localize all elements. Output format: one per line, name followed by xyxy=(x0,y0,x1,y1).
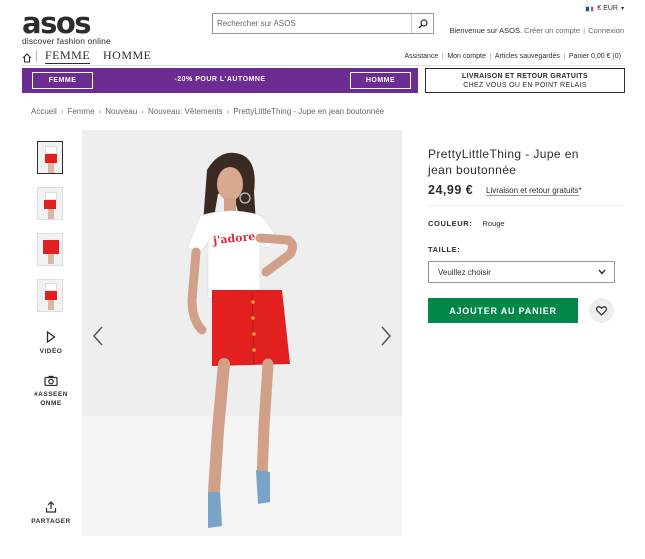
logo-tagline: discover fashion online xyxy=(22,36,111,46)
locale-selector[interactable]: € EUR ▾ xyxy=(585,5,624,12)
chevron-left-icon xyxy=(92,326,103,346)
thumbnail-1[interactable] xyxy=(37,141,63,174)
asseenonme-label-1: #ASSEEN xyxy=(34,391,68,398)
camera-icon xyxy=(44,375,58,386)
share-label: PARTAGER xyxy=(31,518,71,525)
search-input[interactable] xyxy=(213,14,411,33)
nav-divider xyxy=(36,50,37,62)
video-label: VIDÉO xyxy=(39,348,63,355)
create-account-link[interactable]: Créer un compte xyxy=(524,26,580,35)
thumbnail-2[interactable] xyxy=(37,187,63,220)
breadcrumb-item[interactable]: Nouveau: Vêtements xyxy=(148,107,223,116)
search-bar xyxy=(212,13,434,34)
chevron-right-icon: › xyxy=(60,107,64,116)
delivery-line1: LIVRAISON ET RETOUR GRATUITS xyxy=(462,73,588,80)
cart-link[interactable]: Panier 0,00 € (0) xyxy=(563,53,625,60)
heart-icon xyxy=(596,305,607,316)
promo-homme-button[interactable]: HOMME xyxy=(350,72,411,89)
tab-homme[interactable]: HOMME xyxy=(103,48,152,63)
product-price: 24,99 € xyxy=(428,183,474,197)
saved-items-link[interactable]: Articles sauvegardés xyxy=(489,53,564,60)
shipping-asterisk: * xyxy=(578,186,582,195)
breadcrumb-item[interactable]: Femme xyxy=(67,107,94,116)
chevron-right-icon xyxy=(381,326,392,346)
share-button[interactable]: PARTAGER xyxy=(29,501,73,526)
size-select-value: Veuillez choisir xyxy=(438,267,491,277)
tab-femme[interactable]: FEMME xyxy=(45,48,91,64)
login-link[interactable]: Connexion xyxy=(588,26,624,35)
color-value: Rouge xyxy=(482,219,505,228)
product-main-image[interactable]: j'adore xyxy=(82,130,402,536)
breadcrumb-item[interactable]: Nouveau xyxy=(105,107,137,116)
home-icon[interactable] xyxy=(22,50,32,68)
add-to-cart-button[interactable]: AJOUTER AU PANIER xyxy=(428,298,578,323)
size-label: TAILLE: xyxy=(428,245,461,254)
thumbnail-4[interactable] xyxy=(37,279,63,312)
product-title: PrettyLittleThing - Jupe en jean boutonn… xyxy=(428,147,579,177)
chevron-right-icon: › xyxy=(226,107,230,116)
welcome-separator: | xyxy=(583,26,586,35)
asseenonme-label-2: ONME xyxy=(40,400,62,407)
video-button[interactable]: VIDÉO xyxy=(29,331,73,356)
caret-down-icon: ▾ xyxy=(620,6,624,12)
search-button[interactable] xyxy=(411,14,433,33)
welcome-text: Bienvenue sur ASOS. xyxy=(449,26,523,35)
breadcrumb-item[interactable]: Accueil xyxy=(31,107,57,116)
utility-links: Assistance Mon compte Articles sauvegard… xyxy=(400,53,625,60)
chevron-right-icon: › xyxy=(141,107,144,116)
color-label: COULEUR: xyxy=(428,219,473,228)
divider xyxy=(428,205,625,206)
play-icon xyxy=(46,331,56,343)
logo-wordmark: asos xyxy=(22,6,92,40)
search-icon xyxy=(418,18,428,28)
breadcrumb: Accueil › Femme › Nouveau › Nouveau: Vêteme… xyxy=(31,107,384,116)
delivery-banner[interactable]: LIVRAISON ET RETOUR GRATUITS CHEZ VOUS O… xyxy=(425,68,625,93)
next-image-arrow[interactable] xyxy=(380,326,392,351)
model-illustration xyxy=(187,152,298,528)
size-select[interactable]: Veuillez choisir xyxy=(428,261,615,283)
help-link[interactable]: Assistance xyxy=(400,53,442,60)
promo-banner: FEMME -20% POUR L'AUTOMNE HOMME xyxy=(22,68,418,93)
chevron-down-icon xyxy=(598,269,606,275)
my-account-link[interactable]: Mon compte xyxy=(442,53,490,60)
welcome-bar: Bienvenue sur ASOS. Créer un compte | Co… xyxy=(450,26,625,35)
color-info: COULEUR: Rouge xyxy=(428,219,505,228)
shipping-link[interactable]: Livraison et retour gratuits xyxy=(486,186,579,196)
chevron-right-icon: › xyxy=(98,107,102,116)
shipping-info[interactable]: Livraison et retour gratuits* xyxy=(486,186,582,196)
asseenonme-button[interactable]: #ASSEEN ONME xyxy=(29,375,73,408)
thumbnail-list xyxy=(37,141,65,325)
share-icon xyxy=(45,501,57,513)
save-for-later-button[interactable] xyxy=(589,298,614,323)
asos-logo[interactable]: asos discover fashion online xyxy=(22,8,111,46)
prev-image-arrow[interactable] xyxy=(92,326,104,351)
france-flag-icon xyxy=(585,5,595,12)
currency-label: € EUR xyxy=(597,5,618,12)
breadcrumb-current: PrettyLittleThing - Jupe en jean boutonn… xyxy=(233,107,385,116)
thumbnail-3[interactable] xyxy=(37,233,63,266)
main-nav: FEMME HOMME Assistance Mon compte Articl… xyxy=(22,47,625,66)
delivery-line2: CHEZ VOUS OU EN POINT RELAIS xyxy=(463,82,587,89)
